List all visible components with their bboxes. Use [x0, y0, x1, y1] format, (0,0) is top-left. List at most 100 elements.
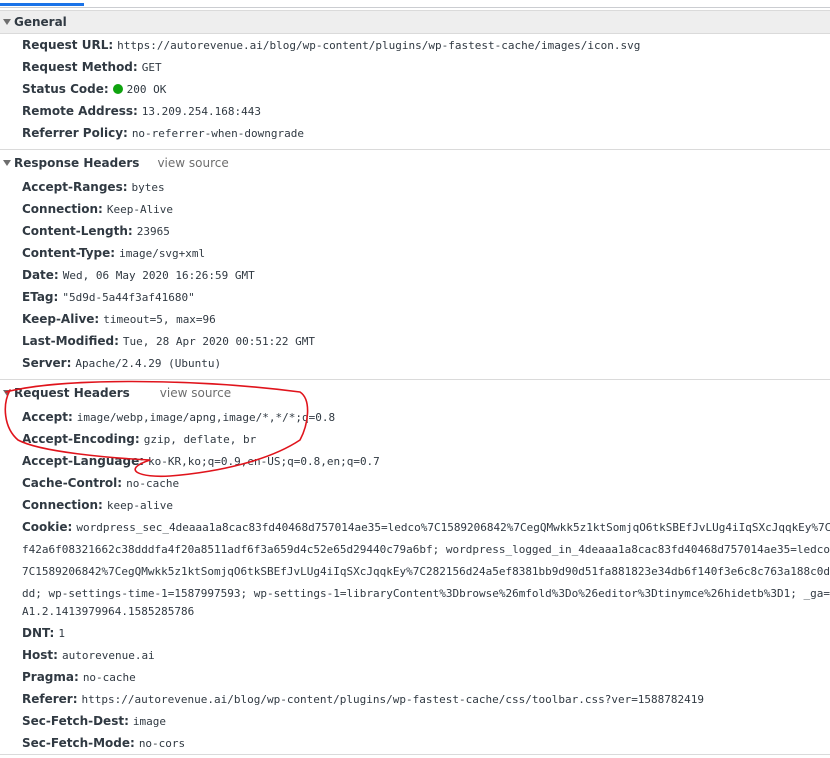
header-value: 7C1589206842%7CegQMwkk5z1ktSomjqO6tkSBEf…	[22, 565, 830, 578]
status-ok-icon	[112, 84, 123, 94]
header-name: Request Method:	[22, 60, 138, 74]
cookie-continuation: A1.2.1413979964.1585285786	[22, 600, 830, 622]
caret-down-icon[interactable]	[3, 160, 11, 166]
request-row: Accept-Language: ko-KR,ko;q=0.9,en-US;q=0…	[22, 450, 830, 472]
header-value: image	[132, 715, 166, 728]
header-value: Keep-Alive	[106, 203, 174, 216]
header-value: 13.209.254.168:443	[141, 105, 262, 118]
header-name: Cache-Control:	[22, 476, 123, 490]
general-row-request-method: Request Method: GET	[22, 56, 830, 78]
header-value: https://autorevenue.ai/blog/wp-content/p…	[117, 39, 641, 52]
header-name: Referer:	[22, 692, 78, 706]
header-name: Server:	[22, 356, 72, 370]
header-value: autorevenue.ai	[61, 649, 155, 662]
cookie-continuation: 7C1589206842%7CegQMwkk5z1ktSomjqO6tkSBEf…	[22, 560, 830, 582]
section-divider	[0, 379, 830, 380]
request-row: Sec-Fetch-Mode: no-cors	[22, 732, 830, 754]
section-divider	[0, 149, 830, 150]
header-name: ETag:	[22, 290, 59, 304]
header-name: Sec-Fetch-Mode:	[22, 736, 135, 750]
request-row: Cache-Control: no-cache	[22, 472, 830, 494]
request-row: Accept-Encoding: gzip, deflate, br	[22, 428, 830, 450]
general-row-request-url: Request URL: https://autorevenue.ai/blog/…	[22, 34, 830, 56]
request-row: Pragma: no-cache	[22, 666, 830, 688]
header-name: Content-Type:	[22, 246, 116, 260]
header-name: Status Code:	[22, 82, 109, 96]
response-row: Server: Apache/2.4.29 (Ubuntu)	[22, 352, 830, 374]
section-title: Response Headers	[14, 156, 140, 170]
header-value: gzip, deflate, br	[143, 433, 257, 446]
section-response-headers-header[interactable]: Response Headers view source	[0, 152, 830, 174]
header-name: Connection:	[22, 202, 103, 216]
header-value: timeout=5, max=96	[103, 313, 216, 326]
request-row: Connection: keep-alive	[22, 494, 830, 516]
caret-down-icon[interactable]	[3, 390, 11, 396]
header-value: image/svg+xml	[119, 247, 206, 260]
request-row-cookie: Cookie: wordpress_sec_4deaaa1a8cac83fd404…	[22, 516, 830, 538]
header-value: A1.2.1413979964.1585285786	[22, 605, 195, 618]
response-row: ETag: "5d9d-5a44f3af41680"	[22, 286, 830, 308]
header-value: 23965	[136, 225, 170, 238]
general-row-referrer-policy: Referrer Policy: no-referrer-when-downgra…	[22, 122, 830, 144]
general-row-status-code: Status Code: 200 OK	[22, 78, 830, 100]
response-row: Accept-Ranges: bytes	[22, 176, 830, 198]
request-row: Accept: image/webp,image/apng,image/*,*/*…	[22, 406, 830, 428]
request-row: DNT: 1	[22, 622, 830, 644]
header-value: 1	[58, 627, 65, 640]
header-value: keep-alive	[106, 499, 174, 512]
header-value: ko-KR,ko;q=0.9,en-US;q=0.8,en;q=0.7	[148, 455, 380, 468]
header-name: Content-Length:	[22, 224, 133, 238]
response-row: Content-Type: image/svg+xml	[22, 242, 830, 264]
header-value: bytes	[131, 181, 165, 194]
header-name: Request URL:	[22, 38, 114, 52]
header-name: Sec-Fetch-Dest:	[22, 714, 129, 728]
header-value: no-cache	[126, 477, 180, 490]
header-name: Host:	[22, 648, 58, 662]
response-row: Connection: Keep-Alive	[22, 198, 830, 220]
header-value: no-referrer-when-downgrade	[131, 127, 304, 140]
header-name: Accept:	[22, 410, 73, 424]
response-row: Date: Wed, 06 May 2020 16:26:59 GMT	[22, 264, 830, 286]
section-title: General	[14, 15, 67, 29]
header-value: "5d9d-5a44f3af41680"	[62, 291, 195, 304]
header-value: GET	[141, 61, 162, 74]
header-name: Keep-Alive:	[22, 312, 100, 326]
request-row: Host: autorevenue.ai	[22, 644, 830, 666]
response-row: Content-Length: 23965	[22, 220, 830, 242]
header-value: 200 OK	[126, 83, 167, 96]
header-value: Wed, 06 May 2020 16:26:59 GMT	[62, 269, 255, 282]
header-name: Connection:	[22, 498, 103, 512]
header-value: no-cache	[82, 671, 136, 684]
header-value: wordpress_sec_4deaaa1a8cac83fd40468d7570…	[76, 521, 830, 534]
panel-tab-strip	[0, 0, 830, 8]
header-value: Apache/2.4.29 (Ubuntu)	[75, 357, 222, 370]
header-value: f42a6f08321662c38dddfa4f20a8511adf6f3a65…	[22, 543, 830, 556]
header-name: Accept-Language:	[22, 454, 145, 468]
header-name: Accept-Ranges:	[22, 180, 128, 194]
header-value: image/webp,image/apng,image/*,*/*;q=0.8	[76, 411, 336, 424]
header-name: Cookie:	[22, 520, 73, 534]
header-value: dd; wp-settings-time-1=1587997593; wp-se…	[22, 587, 830, 600]
response-row: Keep-Alive: timeout=5, max=96	[22, 308, 830, 330]
header-value: Tue, 28 Apr 2020 00:51:22 GMT	[122, 335, 315, 348]
active-tab-indicator	[0, 3, 84, 6]
general-row-remote-address: Remote Address: 13.209.254.168:443	[22, 100, 830, 122]
header-name: Date:	[22, 268, 59, 282]
header-name: DNT:	[22, 626, 55, 640]
header-name: Accept-Encoding:	[22, 432, 140, 446]
view-source-link[interactable]: view source	[157, 156, 228, 170]
view-source-link[interactable]: view source	[160, 386, 231, 400]
header-value: no-cors	[138, 737, 186, 750]
section-general-header[interactable]: General	[0, 10, 830, 34]
header-name: Remote Address:	[22, 104, 138, 118]
section-request-headers-header[interactable]: Request Headers view source	[0, 382, 830, 404]
request-row: Referer: https://autorevenue.ai/blog/wp-c…	[22, 688, 830, 710]
request-row: Sec-Fetch-Dest: image	[22, 710, 830, 732]
header-name: Last-Modified:	[22, 334, 119, 348]
caret-down-icon[interactable]	[3, 19, 11, 25]
cookie-continuation: f42a6f08321662c38dddfa4f20a8511adf6f3a65…	[22, 538, 830, 560]
header-value: https://autorevenue.ai/blog/wp-content/p…	[81, 693, 705, 706]
header-name: Referrer Policy:	[22, 126, 128, 140]
section-title: Request Headers	[14, 386, 130, 400]
header-name: Pragma:	[22, 670, 79, 684]
